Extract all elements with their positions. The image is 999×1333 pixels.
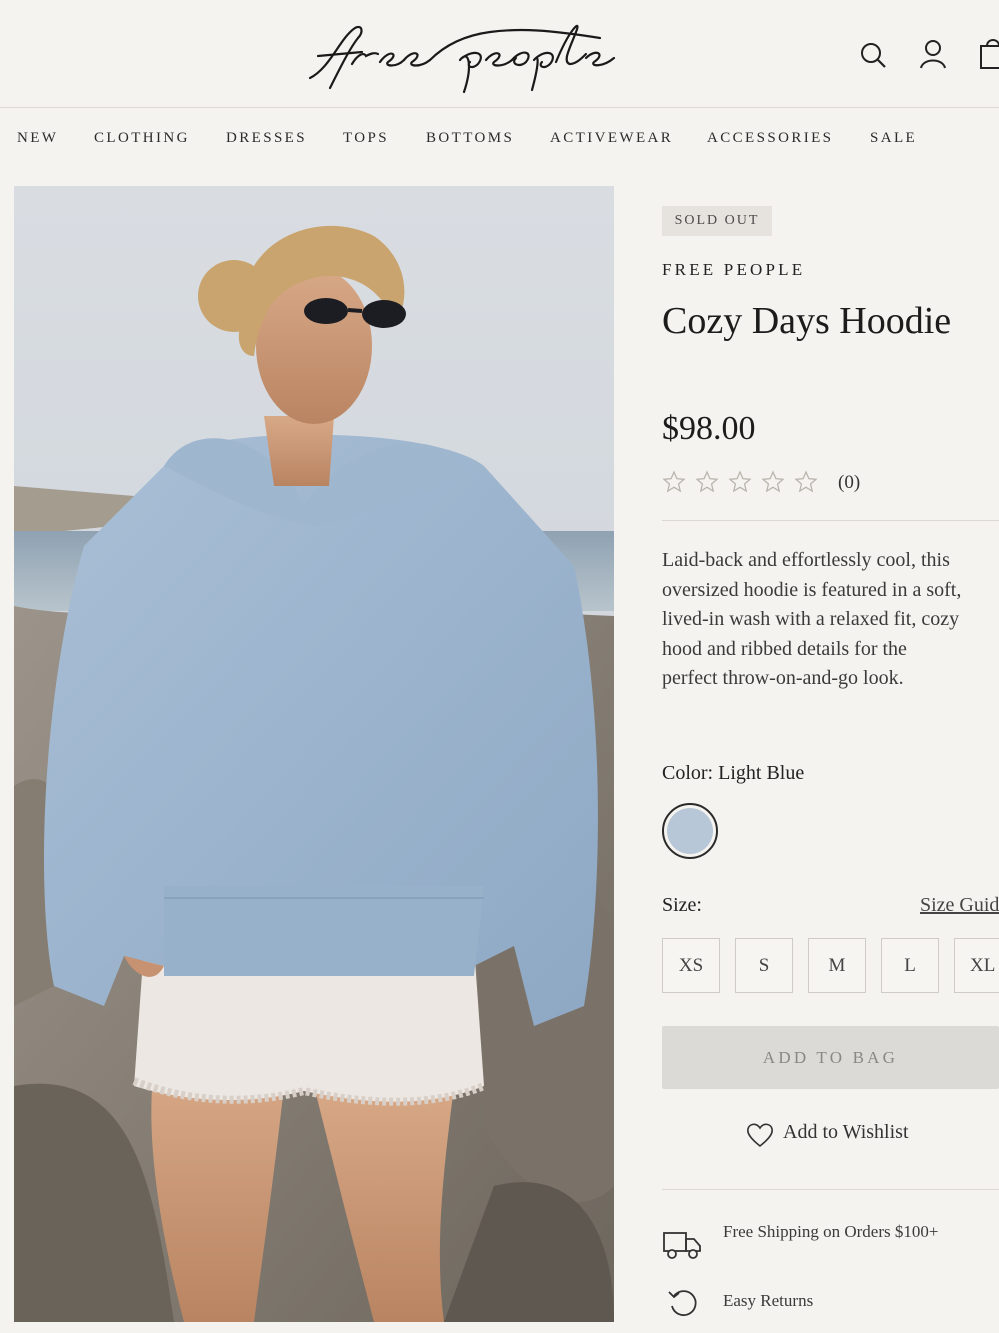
truck-icon [663, 1232, 701, 1259]
size-option-s[interactable]: S [735, 938, 793, 993]
product-price: $98.00 [662, 410, 756, 447]
easy-returns-text: Easy Returns [723, 1291, 814, 1310]
size-guide-link[interactable]: Size Guide [920, 894, 999, 917]
color-label: Color: Light Blue [662, 762, 805, 784]
nav-item-clothing[interactable]: CLOTHING [94, 130, 190, 147]
add-to-bag-button[interactable]: ADD TO BAG [662, 1026, 999, 1089]
free-shipping-perk: Free Shipping on Orders $100+ [662, 1219, 999, 1275]
size-option-xl[interactable]: XL [954, 938, 999, 993]
size-option-m[interactable]: M [808, 938, 866, 993]
nav-item-dresses[interactable]: DRESSES [226, 130, 307, 147]
divider [662, 1189, 999, 1190]
size-option-l[interactable]: L [881, 938, 939, 993]
divider [662, 520, 999, 521]
easy-returns-perk: Easy Returns [662, 1286, 999, 1326]
size-label: Size: [662, 894, 702, 916]
nav-item-tops[interactable]: TOPS [343, 130, 389, 147]
product-brand[interactable]: FREE PEOPLE [662, 260, 805, 280]
wishlist-label: Add to Wishlist [783, 1121, 909, 1143]
swatch-fill [667, 808, 713, 854]
color-swatch-light-blue[interactable] [662, 803, 718, 859]
main-nav: NEW CLOTHING DRESSES TOPS BOTTOMS ACTIVE… [0, 108, 999, 170]
heart-icon [747, 1123, 773, 1148]
free-people-logo[interactable] [300, 8, 630, 98]
product-image[interactable] [14, 186, 614, 1322]
free-shipping-text: Free Shipping on Orders $100+ [723, 1222, 939, 1241]
nav-item-accessories[interactable]: ACCESSORIES [707, 130, 833, 147]
header-icons [839, 34, 999, 74]
returns-icon [668, 1290, 697, 1316]
rating-count: (0) [838, 472, 861, 493]
bag-icon[interactable] [977, 34, 999, 74]
size-option-xs[interactable]: XS [662, 938, 720, 993]
site-header [0, 0, 999, 108]
star-icon [662, 470, 686, 493]
nav-item-sale[interactable]: SALE [870, 130, 917, 147]
nav-item-new[interactable]: NEW [17, 130, 58, 147]
product-rating[interactable]: (0) [662, 470, 902, 496]
star-icon [761, 470, 785, 493]
product-title: Cozy Days Hoodie [662, 300, 952, 342]
star-icon [695, 470, 719, 493]
product-description: Laid-back and effortlessly cool, this ov… [662, 549, 962, 689]
add-to-wishlist-button[interactable]: Add to Wishlist [746, 1120, 946, 1150]
nav-item-activewear[interactable]: ACTIVEWEAR [550, 130, 673, 147]
nav-item-bottoms[interactable]: BOTTOMS [426, 130, 514, 147]
star-icon [728, 470, 752, 493]
search-icon[interactable] [857, 34, 889, 74]
sold-out-badge: SOLD OUT [662, 206, 772, 236]
account-icon[interactable] [917, 34, 949, 74]
star-icon [794, 470, 818, 493]
product-details: SOLD OUT FREE PEOPLE Cozy Days Hoodie $9… [662, 186, 999, 1333]
